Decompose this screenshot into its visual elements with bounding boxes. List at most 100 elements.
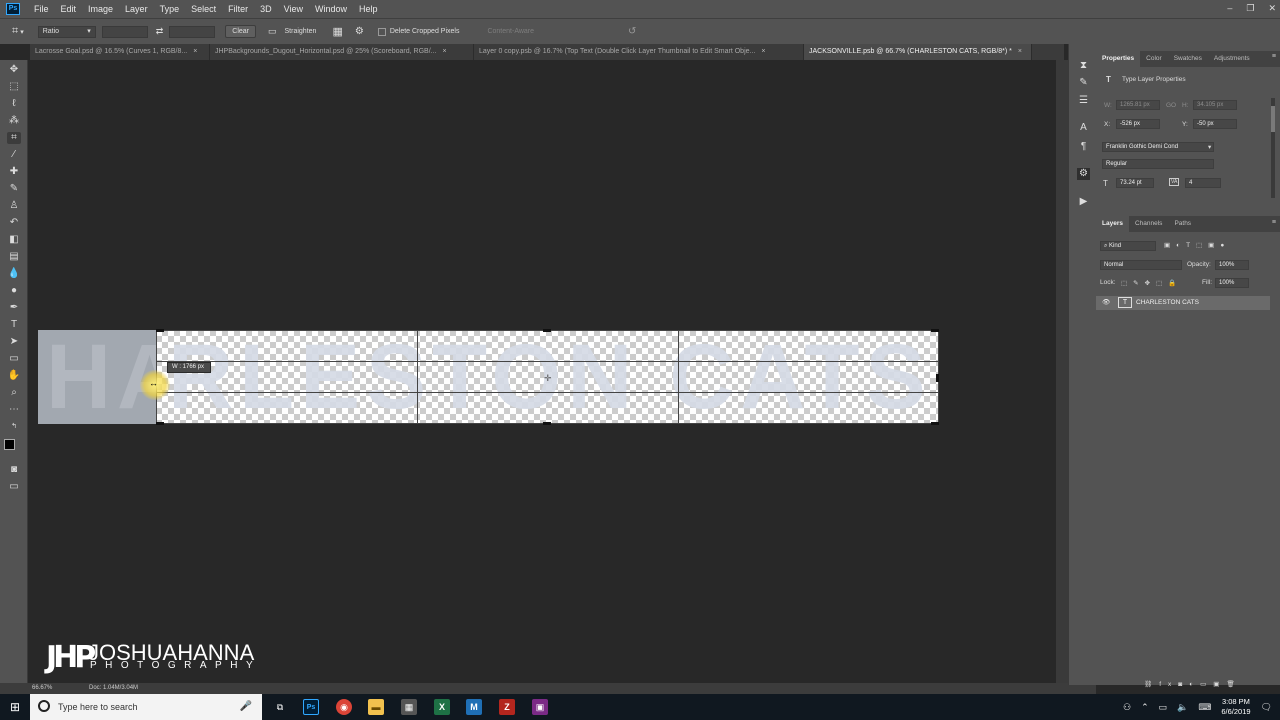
close-icon[interactable]: × (443, 48, 447, 55)
clone-stamp-icon[interactable]: ♙ (7, 200, 21, 212)
menu-file[interactable]: File (28, 4, 55, 14)
media-app-icon[interactable]: ▣ (532, 699, 548, 715)
crop-handle-top[interactable] (543, 329, 551, 332)
zoom-tool-icon[interactable]: ⌕ (7, 387, 21, 399)
history-brush-icon[interactable]: ↶ (7, 217, 21, 229)
move-tool-icon[interactable]: ✥ (7, 64, 21, 76)
taskbar-search[interactable]: Type here to search 🎤 (30, 694, 262, 720)
menu-edit[interactable]: Edit (55, 4, 83, 14)
menu-3d[interactable]: 3D (254, 4, 278, 14)
close-icon[interactable]: × (761, 48, 765, 55)
brush-tool-icon[interactable]: ✎ (7, 183, 21, 195)
zoom-level[interactable]: 66.67% (32, 685, 52, 691)
delete-cropped-checkbox[interactable] (377, 27, 386, 36)
microphone-icon[interactable]: 🎤 (240, 694, 252, 720)
excel-icon[interactable]: X (434, 699, 450, 715)
layer-filter-icons[interactable]: ▣◐T⬚▣● (1164, 241, 1230, 249)
tab-channels[interactable]: Channels (1129, 216, 1168, 232)
volume-icon[interactable]: 🔈 (1177, 702, 1188, 713)
close-button[interactable]: ✕ (1268, 0, 1276, 16)
adjust-sliders-icon[interactable]: ☰ (1077, 95, 1090, 107)
layer-row[interactable]: 👁 T CHARLESTON CATS (1096, 296, 1270, 310)
font-style-select[interactable]: Regular (1102, 159, 1214, 169)
menu-layer[interactable]: Layer (119, 4, 154, 14)
font-size-field[interactable]: 73.24 pt (1116, 178, 1154, 188)
menu-help[interactable]: Help (353, 4, 384, 14)
swap-colors-icon[interactable]: ↰ (7, 421, 21, 433)
close-icon[interactable]: × (1018, 48, 1022, 55)
taskbar-clock[interactable]: 3:08 PM 6/6/2019 (1221, 697, 1250, 717)
people-icon[interactable]: ⚇ (1123, 702, 1131, 713)
layer-name[interactable]: CHARLESTON CATS (1136, 299, 1199, 306)
opacity-field[interactable]: 100% (1215, 260, 1249, 270)
photoshop-taskbar-icon[interactable]: Ps (303, 699, 319, 715)
magic-wand-icon[interactable]: ⁂ (7, 115, 21, 127)
swap-icon[interactable]: ⇄ (156, 26, 164, 37)
font-family-select[interactable]: Franklin Gothic Demi Cond (1102, 142, 1214, 152)
tab-jacksonville[interactable]: JACKSONVILLE.psb @ 66.7% (CHARLESTON CAT… (804, 44, 1032, 60)
straighten-button[interactable]: Straighten (285, 28, 317, 35)
shape-tool-icon[interactable]: ▭ (7, 353, 21, 365)
foreground-color-swatch[interactable] (4, 439, 15, 450)
properties-icon[interactable]: ⚙ (1077, 168, 1090, 180)
fill-field[interactable]: 100% (1215, 278, 1249, 288)
tab-swatches[interactable]: Swatches (1168, 51, 1208, 67)
menu-image[interactable]: Image (82, 4, 119, 14)
crop-tool-icon[interactable]: ⌗ (12, 25, 18, 38)
menu-view[interactable]: View (278, 4, 309, 14)
brush-settings-icon[interactable]: ✎ (1077, 77, 1090, 89)
tab-dugout[interactable]: JHPBackgrounds_Dugout_Horizontal.psd @ 2… (210, 44, 474, 60)
crop-handle-right[interactable] (936, 374, 939, 382)
tab-properties[interactable]: Properties (1096, 51, 1141, 67)
menu-select[interactable]: Select (185, 4, 222, 14)
ratio-select[interactable]: Ratio ▾ (37, 25, 96, 38)
tab-adjustments[interactable]: Adjustments (1208, 51, 1256, 67)
eye-icon[interactable]: 👁 (1102, 298, 1110, 306)
close-icon[interactable]: × (193, 48, 197, 55)
menu-window[interactable]: Window (309, 4, 353, 14)
mail-m-icon[interactable]: M (466, 699, 482, 715)
gradient-tool-icon[interactable]: ▤ (7, 251, 21, 263)
type-tool-icon[interactable]: T (7, 319, 21, 331)
eraser-icon[interactable]: ◧ (7, 234, 21, 246)
minimize-button[interactable]: – (1227, 0, 1232, 16)
filezilla-icon[interactable]: Z (499, 699, 515, 715)
tab-lacrosse-goal[interactable]: Lacrosse Goal.psd @ 16.5% (Curves 1, RGB… (30, 44, 210, 60)
screen-mode-icon[interactable]: ▭ (7, 481, 21, 493)
chevron-up-icon[interactable]: ⌃ (1141, 702, 1149, 713)
crop-handle-tl[interactable] (156, 329, 164, 332)
properties-scroll-thumb[interactable] (1271, 106, 1275, 132)
reset-icon[interactable]: ↺ (628, 26, 636, 37)
tab-paths[interactable]: Paths (1168, 216, 1197, 232)
gear-icon[interactable]: ⚙ (355, 26, 364, 37)
marquee-tool-icon[interactable]: ⬚ (7, 81, 21, 93)
ratio-width-input[interactable] (101, 25, 148, 38)
layer-action-icons[interactable]: ⛓fx◙◐▭▣🗑 (1144, 680, 1242, 688)
dodge-tool-icon[interactable]: ● (7, 285, 21, 297)
pen-tool-icon[interactable]: ✒ (7, 302, 21, 314)
layer-filter-select[interactable]: ⌕ Kind (1100, 241, 1156, 251)
crop-tool-icon[interactable]: ⌗ (7, 132, 21, 144)
character-icon[interactable]: A (1077, 122, 1090, 134)
restore-button[interactable]: ❐ (1246, 0, 1254, 16)
menu-type[interactable]: Type (154, 4, 186, 14)
crop-handle-bottom[interactable] (543, 422, 551, 425)
y-field[interactable]: -50 px (1193, 119, 1237, 129)
chrome-icon[interactable]: ◉ (336, 699, 352, 715)
blend-mode-select[interactable]: Normal (1100, 260, 1182, 270)
w-field[interactable]: 1265.81 px (1116, 100, 1160, 110)
panel-menu-icon[interactable]: ≡ (1272, 53, 1276, 60)
x-field[interactable]: -526 px (1116, 119, 1160, 129)
play-actions-icon[interactable]: ▶ (1077, 196, 1090, 208)
tab-layers[interactable]: Layers (1096, 216, 1129, 232)
menu-filter[interactable]: Filter (222, 4, 254, 14)
chevron-down-icon[interactable]: ▾ (1208, 143, 1211, 151)
path-selection-icon[interactable]: ➤ (7, 336, 21, 348)
chevron-down-icon[interactable]: ▾ (20, 28, 24, 36)
quick-mask-icon[interactable]: ◙ (7, 464, 21, 476)
tracking-field[interactable]: 4 (1185, 178, 1221, 188)
h-field[interactable]: 34.105 px (1193, 100, 1237, 110)
more-tools-icon[interactable]: ⋯ (7, 404, 21, 416)
clear-button[interactable]: Clear (225, 25, 256, 38)
crop-handle-bl[interactable] (156, 422, 164, 425)
